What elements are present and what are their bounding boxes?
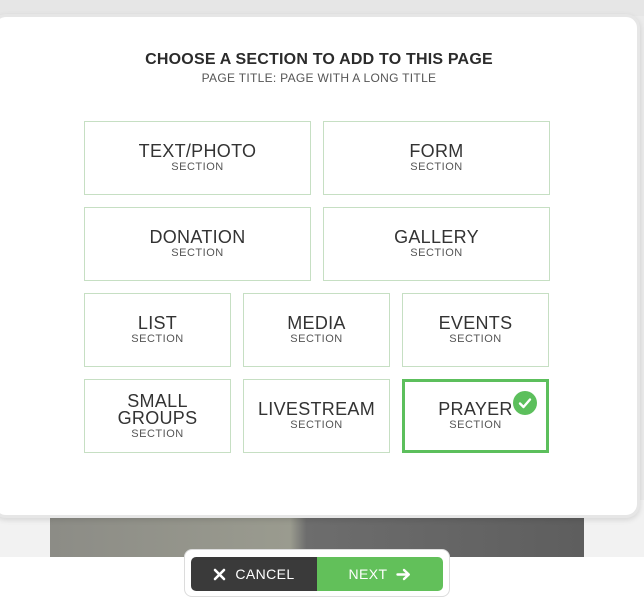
modal-subtitle: PAGE TITLE: PAGE WITH A LONG TITLE <box>201 71 437 85</box>
section-tile-sub: SECTION <box>171 161 224 173</box>
section-tile-sub: SECTION <box>290 419 343 431</box>
section-tile-sub: SECTION <box>410 247 463 259</box>
section-tile-prayer[interactable]: PRAYER SECTION <box>402 379 549 453</box>
section-tile-name: GALLERY <box>394 227 479 247</box>
section-tile-livestream[interactable]: LIVESTREAM SECTION <box>243 379 390 453</box>
section-tile-name: MEDIA <box>287 313 346 333</box>
section-tile-name: FORM <box>409 141 464 161</box>
arrow-right-icon <box>396 568 411 581</box>
cancel-button-label: CANCEL <box>235 566 295 582</box>
section-tile-events[interactable]: EVENTS SECTION <box>402 293 549 367</box>
section-tile-gallery[interactable]: GALLERY SECTION <box>323 207 550 281</box>
section-tile-text-photo[interactable]: TEXT/PHOTO SECTION <box>84 121 311 195</box>
section-tile-name: PRAYER <box>438 399 513 419</box>
section-tile-sub: SECTION <box>290 333 343 345</box>
section-tile-name: LIST <box>137 313 178 333</box>
modal-title: CHOOSE A SECTION TO ADD TO THIS PAGE <box>145 51 493 68</box>
next-button[interactable]: NEXT <box>317 557 443 591</box>
section-tile-list[interactable]: LIST SECTION <box>84 293 231 367</box>
section-tile-name: EVENTS <box>438 313 513 333</box>
section-tile-sub: SECTION <box>131 333 184 345</box>
section-tile-media[interactable]: MEDIA SECTION <box>243 293 390 367</box>
section-tile-sub: SECTION <box>449 419 502 431</box>
section-tile-name: TEXT/PHOTO <box>138 141 257 161</box>
section-tile-sub: SECTION <box>131 427 184 440</box>
section-tile-small-groups[interactable]: SMALL GROUPS SECTION <box>84 379 231 453</box>
next-button-label: NEXT <box>348 566 388 582</box>
section-tile-sub: SECTION <box>171 247 224 259</box>
section-tile-sub: SECTION <box>449 333 502 345</box>
section-tile-name: SMALL GROUPS <box>117 390 198 428</box>
section-tile-name: DONATION <box>149 227 246 247</box>
section-tile-sub: SECTION <box>410 161 463 173</box>
section-tile-name: LIVESTREAM <box>257 399 376 419</box>
section-tile-donation[interactable]: DONATION SECTION <box>84 207 311 281</box>
close-icon <box>213 568 226 581</box>
checkmark-icon <box>513 391 537 415</box>
section-tile-form[interactable]: FORM SECTION <box>323 121 550 195</box>
cancel-button[interactable]: CANCEL <box>191 557 317 591</box>
